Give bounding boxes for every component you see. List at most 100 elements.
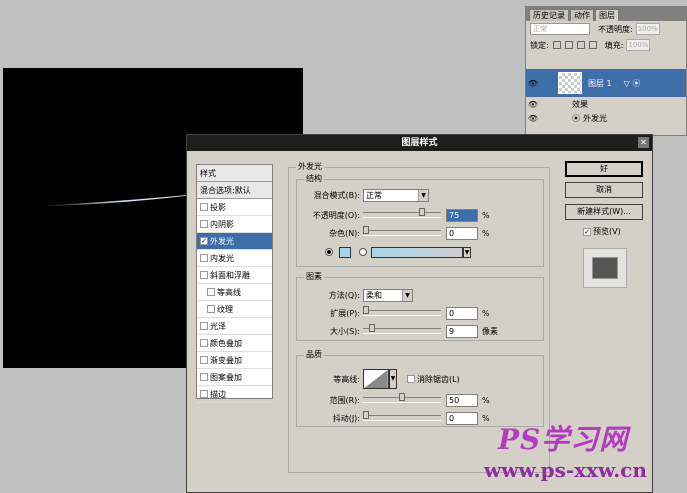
style-checkbox[interactable]: ✓ [200,237,208,245]
spread-slider-knob[interactable] [363,306,369,314]
noise-slider[interactable] [363,226,441,236]
tab-layers[interactable]: 图层 [595,9,619,21]
style-checkbox[interactable] [207,288,215,296]
dialog-title: 图层样式 [187,135,652,151]
style-preview-swatch [592,257,618,279]
blend-mode-select[interactable]: 正常 ▼ [363,188,429,202]
size-label: 大小(S): [329,326,360,336]
layer-opacity-input[interactable]: 100% [635,23,660,35]
effect-outer-glow-label: 外发光 [583,114,607,123]
jitter-input[interactable]: 0 [446,411,478,425]
fx-icon[interactable]: ▽ ⦿ [624,78,641,89]
preview-toggle[interactable]: ✓ 预览(V) [583,226,621,237]
tab-actions[interactable]: 动作 [570,9,594,21]
ok-button[interactable]: 好 [565,161,643,177]
size-slider-knob[interactable] [369,324,375,332]
spread-input[interactable]: 0 [446,306,478,320]
style-item[interactable]: 纹理 [197,301,272,318]
spread-slider[interactable] [363,306,441,316]
opacity-unit: % [482,210,490,220]
range-slider[interactable] [363,393,441,403]
size-input[interactable]: 9 [446,324,478,338]
style-checkbox[interactable] [200,203,208,211]
fill-input[interactable]: 100% [626,39,651,51]
layer-blend-mode-select[interactable]: 正常 [530,23,590,35]
blend-mode-row: 混合模式(B): 正常 ▼ [307,188,429,202]
style-list: 样式混合选项:默认投影 内阴影 ✓ 外发光 内发光 斜面和浮雕 等高线纹理光泽 颜色叠加 渐变叠… [196,164,273,403]
chevron-down-icon[interactable]: ▼ [389,369,397,389]
style-item[interactable]: 描边 [197,386,272,403]
jitter-slider[interactable] [363,411,441,421]
style-checkbox[interactable] [207,305,215,313]
tab-history[interactable]: 历史记录 [529,9,569,21]
glow-color-row: ▼ [325,245,471,259]
effects-row[interactable]: 👁 效果 [526,98,686,111]
layers-panel: 历史记录 动作 图层 正常 不透明度: 100% 锁定: 填充: 100% 👁 … [525,6,687,136]
new-style-button[interactable]: 新建样式(W)... [565,204,643,220]
noise-slider-knob[interactable] [363,226,369,234]
eye-icon[interactable]: 👁 [526,79,540,88]
contour-preview[interactable] [363,369,389,389]
style-checkbox[interactable] [200,220,208,228]
range-slider-knob[interactable] [399,393,405,401]
antialias-checkbox[interactable] [407,375,415,383]
style-item[interactable]: 投影 [197,199,272,216]
range-input[interactable]: 50 [446,393,478,407]
style-item[interactable]: ✓ 外发光 [197,233,272,250]
style-item[interactable]: 光泽 [197,318,272,335]
eye-icon[interactable]: 👁 [526,100,540,109]
style-item-label: 混合选项:默认 [200,185,251,195]
style-item[interactable]: 图案叠加 [197,369,272,386]
style-checkbox[interactable] [200,254,208,262]
spread-label: 扩展(P): [330,308,360,318]
style-item-label: 纹理 [217,304,233,314]
noise-input[interactable]: 0 [446,226,478,240]
style-checkbox[interactable] [200,322,208,330]
method-select[interactable]: 柔和 ▼ [363,288,413,302]
eye-icon[interactable]: 👁 [526,114,540,123]
close-icon[interactable]: ✕ [638,137,649,148]
style-item[interactable]: 颜色叠加 [197,335,272,352]
contour-row: 等高线: ▼ 消除锯齿(L) [307,369,460,389]
style-item-label: 图案叠加 [210,372,242,382]
size-unit: 像素 [482,326,498,336]
jitter-slider-knob[interactable] [363,411,369,419]
style-checkbox[interactable] [200,373,208,381]
chevron-down-icon[interactable]: ▼ [463,246,471,258]
spread-unit: % [482,308,490,318]
opacity-slider[interactable] [363,208,441,218]
style-item[interactable]: 内发光 [197,250,272,267]
style-item[interactable]: 斜面和浮雕 [197,267,272,284]
radio-dot-icon [327,250,331,254]
lock-all-icon[interactable] [588,41,597,49]
watermark: PS学习网 www.ps-xxw.cn [484,418,678,488]
lock-fill-row: 锁定: 填充: 100% [526,37,686,53]
lock-image-icon[interactable] [564,41,573,49]
preview-checkbox[interactable]: ✓ [583,227,591,236]
color-radio[interactable] [325,248,333,256]
style-checkbox[interactable] [200,390,208,398]
glow-gradient-picker[interactable] [371,246,463,258]
lock-transparency-icon[interactable] [552,41,561,49]
style-item[interactable]: 渐变叠加 [197,352,272,369]
layer-thumbnail [558,72,582,94]
gradient-radio[interactable] [359,248,367,256]
lock-position-icon[interactable] [576,41,585,49]
jitter-label: 抖动(J): [332,413,360,423]
opacity-input[interactable]: 75 [446,208,478,222]
cancel-button[interactable]: 取消 [565,182,643,198]
effects-label: 效果 [572,100,588,109]
style-item[interactable]: 内阴影 [197,216,272,233]
style-checkbox[interactable] [200,339,208,347]
effect-outer-glow-row[interactable]: 👁 ⦿ 外发光 [526,112,686,125]
style-item[interactable]: 混合选项:默认 [197,182,272,199]
layer-row-1[interactable]: 👁 图层 1 ▽ ⦿ [526,69,686,97]
opacity-slider-knob[interactable] [419,208,425,216]
style-item[interactable]: 等高线 [197,284,272,301]
style-checkbox[interactable] [200,356,208,364]
style-item[interactable]: 样式 [197,165,272,182]
glow-color-swatch[interactable] [339,246,351,258]
antialias-label: 消除锯齿(L) [417,374,460,384]
style-checkbox[interactable] [200,271,208,279]
size-slider[interactable] [363,324,441,334]
